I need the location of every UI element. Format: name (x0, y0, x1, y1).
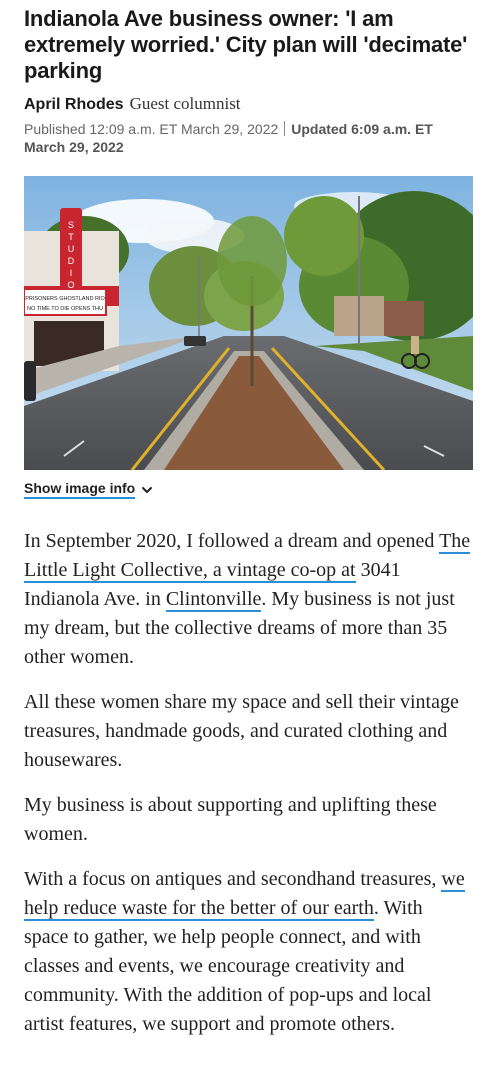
byline: April Rhodes Guest columnist (24, 94, 471, 114)
svg-text:I: I (70, 268, 73, 278)
paragraph-1: In September 2020, I followed a dream an… (24, 530, 471, 668)
author-role: Guest columnist (129, 94, 241, 113)
svg-text:T: T (68, 232, 74, 242)
paragraph-2: All these women share my space and sell … (24, 691, 459, 771)
svg-text:S: S (68, 220, 74, 230)
street-photo: S T U D I O 35 PRISONERS GHOSTLAND RIO N… (24, 176, 473, 470)
article-body: In September 2020, I followed a dream an… (24, 527, 471, 1039)
article-photo[interactable]: S T U D I O 35 PRISONERS GHOSTLAND RIO N… (24, 176, 473, 470)
show-image-info-button[interactable]: Show image info (24, 480, 153, 499)
article: Indianola Ave business owner: 'I am extr… (0, 6, 495, 1039)
author-name[interactable]: April Rhodes (24, 96, 124, 113)
paragraph-3: My business is about supporting and upli… (24, 794, 437, 845)
show-image-info-label: Show image info (24, 480, 136, 499)
svg-text:D: D (68, 256, 75, 266)
marquee-line-2: NO TIME TO DIE OPENS THU (27, 306, 103, 312)
marquee-line-1: PRISONERS GHOSTLAND RIO (25, 296, 105, 302)
dateline: Published 12:09 a.m. ET March 29, 2022 Up… (24, 120, 471, 156)
chevron-down-icon (142, 486, 153, 493)
svg-text:U: U (68, 244, 75, 254)
date-separator (284, 121, 286, 136)
headline: Indianola Ave business owner: 'I am extr… (24, 6, 468, 83)
paragraph-4: With a focus on antiques and secondhand … (24, 868, 465, 1035)
link-clintonville[interactable]: Clintonville (165, 588, 262, 612)
published-date: Published 12:09 a.m. ET March 29, 2022 (24, 121, 279, 137)
